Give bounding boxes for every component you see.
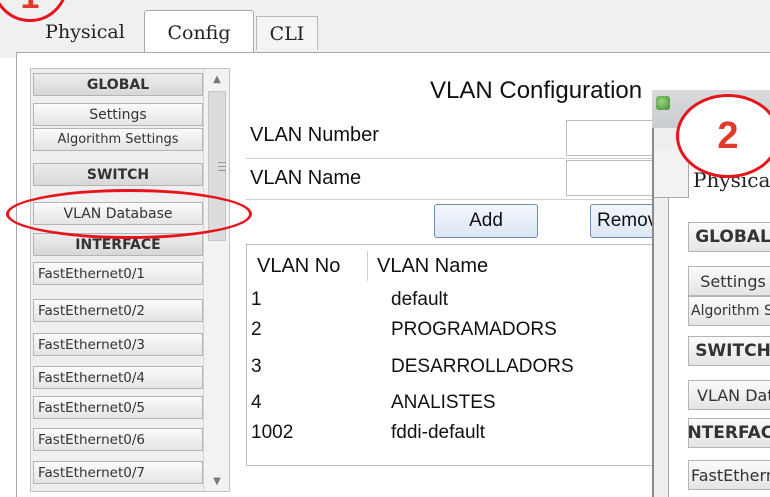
sidebar-section-switch: SWITCH xyxy=(33,163,203,186)
config-sidebar: GLOBAL Settings Algorithm Settings SWITC… xyxy=(30,68,230,492)
app-icon xyxy=(656,96,670,110)
scroll-up-icon[interactable]: ▲ xyxy=(204,69,229,89)
sidebar-section-global: GLOBAL xyxy=(33,73,203,96)
table-row-vlan-no: 1 xyxy=(251,289,262,310)
column-header-vlan-name: VLAN Name xyxy=(377,255,489,277)
form-divider xyxy=(246,158,676,159)
table-row-vlan-no: 2 xyxy=(251,319,262,340)
overlay-sidebar-item-vlan-database[interactable]: VLAN Database xyxy=(688,380,770,410)
table-row-vlan-name: PROGRAMADORS xyxy=(391,319,557,340)
sidebar-scrollbar[interactable]: ▲ ▼ xyxy=(203,69,229,491)
overlay-sidebar-section-switch: SWITCH xyxy=(688,336,770,366)
scroll-down-icon[interactable]: ▼ xyxy=(204,471,229,491)
table-row-vlan-name: default xyxy=(391,289,449,310)
column-header-vlan-no: VLAN No xyxy=(257,255,341,277)
sidebar-item-fastethernet0-5[interactable]: FastEthernet0/5 xyxy=(33,396,203,419)
sidebar-item-fastethernet0-1[interactable]: FastEthernet0/1 xyxy=(33,262,203,285)
tab-cli[interactable]: CLI xyxy=(256,16,318,50)
vlan-configuration-title: VLAN Configuration xyxy=(430,77,643,104)
table-row-vlan-no: 3 xyxy=(251,356,262,377)
tab-config[interactable]: Config xyxy=(144,10,254,54)
sidebar-item-fastethernet0-4[interactable]: FastEthernet0/4 xyxy=(33,366,203,389)
grip-line xyxy=(218,166,226,167)
table-row-vlan-name: fddi-default xyxy=(391,422,486,443)
overlay-sidebar-section-interface: INTERFACE xyxy=(688,418,770,448)
sidebar-item-fastethernet0-3[interactable]: FastEthernet0/3 xyxy=(33,333,203,356)
overlay-sidebar-section-global: GLOBAL xyxy=(688,222,770,252)
overlay-sidebar-item-algorithm-settings[interactable]: Algorithm Settings xyxy=(688,296,770,326)
table-row-vlan-no: 4 xyxy=(251,392,262,413)
sidebar-item-algorithm-settings[interactable]: Algorithm Settings xyxy=(33,128,203,151)
vlan-database-highlight-ring xyxy=(6,189,252,239)
overlay-sidebar-item-fastethernet0-1[interactable]: FastEthernet0/1 xyxy=(688,460,770,490)
column-separator xyxy=(367,251,368,281)
step-2-badge: 2 xyxy=(676,94,770,178)
table-row-vlan-no: 1002 xyxy=(251,422,294,443)
sidebar-item-fastethernet0-2[interactable]: FastEthernet0/2 xyxy=(33,299,203,322)
sidebar-item-settings[interactable]: Settings xyxy=(33,103,203,126)
overlay-sidebar-item-settings[interactable]: Settings xyxy=(688,266,770,296)
grip-line xyxy=(218,162,226,163)
sidebar-item-fastethernet0-7[interactable]: FastEthernet0/7 xyxy=(33,461,203,484)
grip-line xyxy=(218,170,226,171)
sidebar-item-fastethernet0-6[interactable]: FastEthernet0/6 xyxy=(33,428,203,451)
table-row-vlan-name: DESARROLLADORS xyxy=(391,356,574,377)
table-row-vlan-name: ANALISTES xyxy=(391,392,496,413)
vlan-number-label: VLAN Number xyxy=(250,124,379,146)
add-button[interactable]: Add xyxy=(434,204,538,238)
vlan-table: VLAN No VLAN Name 1 default 2 PROGRAMADO… xyxy=(246,244,670,466)
vlan-name-label: VLAN Name xyxy=(250,167,362,189)
form-divider xyxy=(246,199,676,200)
